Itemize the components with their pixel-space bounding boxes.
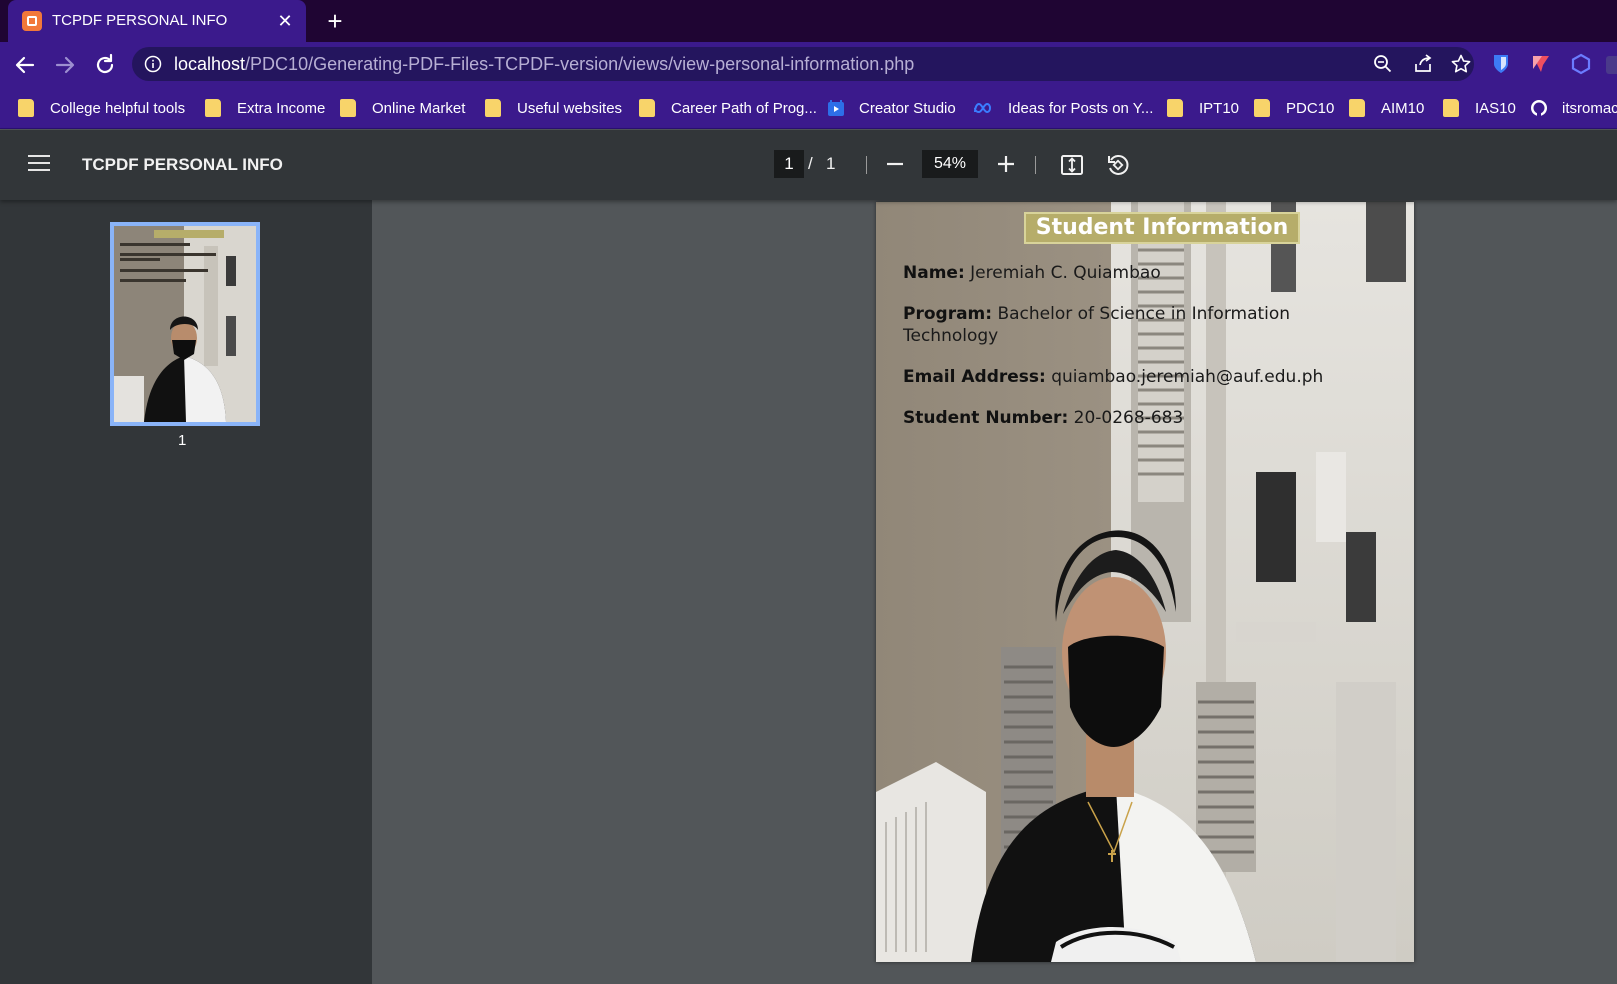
bookmark-label: IPT10 <box>1199 99 1240 117</box>
page-count: 1 <box>826 154 836 173</box>
bookmark-label: Useful websites <box>517 99 623 117</box>
bookmark-label: Career Path of Prog... <box>671 99 817 117</box>
folder-icon <box>205 99 221 117</box>
tab-strip: TCPDF PERSONAL INFO ✕ + <box>0 0 1617 42</box>
url-path: /PDC10/Generating-PDF-Files-TCPDF-versio… <box>245 54 915 74</box>
zoom-level-input[interactable]: 54% <box>922 150 978 178</box>
bookmark-career-path[interactable]: Career Path of Prog... <box>639 97 817 119</box>
rotate-icon[interactable] <box>1105 152 1131 178</box>
bookmark-label: Extra Income <box>237 99 326 117</box>
bookmark-label: Creator Studio <box>859 99 956 117</box>
folder-icon <box>1443 99 1459 117</box>
folder-icon <box>1349 99 1365 117</box>
forward-icon[interactable] <box>50 50 80 80</box>
name-field: Name: Jeremiah C. Quiambao <box>903 262 1161 284</box>
bookmark-useful-websites[interactable]: Useful websites <box>485 97 622 119</box>
site-info-icon[interactable] <box>144 55 162 73</box>
url-text: localhost/PDC10/Generating-PDF-Files-TCP… <box>174 54 914 75</box>
zoom-magnifier-icon[interactable] <box>1372 53 1394 75</box>
new-tab-button[interactable]: + <box>322 8 348 34</box>
folder-icon <box>485 99 501 117</box>
github-icon <box>1531 100 1547 116</box>
bookmark-ipt10[interactable]: IPT10 <box>1167 97 1239 119</box>
bookmark-aim10[interactable]: AIM10 <box>1349 97 1424 119</box>
bookmark-label: Ideas for Posts on Y... <box>1008 99 1154 117</box>
url-host: localhost <box>174 54 246 74</box>
bookmark-star-icon[interactable] <box>1450 53 1472 75</box>
bookmark-creator-studio[interactable]: Creator Studio <box>827 97 956 119</box>
field-value: quiambao.jeremiah@auf.edu.ph <box>1051 367 1324 387</box>
toolbar-divider <box>866 156 867 174</box>
bookmark-label: itsromac <box>1562 99 1617 117</box>
thumbnail-sidebar: 1 <box>0 200 372 984</box>
email-field: Email Address: quiambao.jeremiah@auf.edu… <box>903 366 1323 388</box>
page-number-input[interactable]: 1 <box>774 150 804 178</box>
folder-icon <box>1254 99 1270 117</box>
folder-icon <box>1167 99 1183 117</box>
bookmark-label: Online Market <box>372 99 466 117</box>
red-flag-extension-icon[interactable] <box>1530 53 1552 75</box>
program-field: Program: Bachelor of Science in Informat… <box>903 303 1323 347</box>
bookmark-label: AIM10 <box>1381 99 1425 117</box>
address-bar[interactable]: localhost/PDC10/Generating-PDF-Files-TCP… <box>132 47 1474 81</box>
bookmark-label: PDC10 <box>1286 99 1335 117</box>
page-separator: / <box>808 154 813 173</box>
student-number-field: Student Number: 20-0268-683 <box>903 407 1183 429</box>
folder-icon <box>18 99 34 117</box>
bookmark-extra-income[interactable]: Extra Income <box>205 97 325 119</box>
bookmark-label: IAS10 <box>1475 99 1516 117</box>
toolbar-divider <box>1035 156 1036 174</box>
field-label: Name: <box>903 263 965 283</box>
fit-to-page-icon[interactable] <box>1060 153 1084 177</box>
bookmark-itsromac[interactable]: itsromac <box>1530 97 1617 119</box>
browser-toolbar: localhost/PDC10/Generating-PDF-Files-TCP… <box>0 42 1617 87</box>
pdf-toolbar: TCPDF PERSONAL INFO 1 / 1 54% <box>0 130 1617 200</box>
field-label: Program: <box>903 304 993 324</box>
document-viewport[interactable]: Student Information Name: Jeremiah C. Qu… <box>372 200 1617 984</box>
bitwarden-extension-icon[interactable] <box>1490 53 1512 75</box>
back-icon[interactable] <box>10 50 40 80</box>
browser-tab[interactable]: TCPDF PERSONAL INFO ✕ <box>8 0 306 42</box>
meta-icon <box>974 102 992 114</box>
document-title: TCPDF PERSONAL INFO <box>82 155 283 174</box>
folder-icon <box>340 99 356 117</box>
field-label: Student Number: <box>903 408 1069 428</box>
zoom-in-icon[interactable] <box>995 153 1017 175</box>
bookmark-pdc10[interactable]: PDC10 <box>1254 97 1334 119</box>
tab-title: TCPDF PERSONAL INFO <box>52 12 228 29</box>
reload-icon[interactable] <box>90 50 120 80</box>
zoom-out-icon[interactable] <box>884 153 906 175</box>
bookmark-ias10[interactable]: IAS10 <box>1443 97 1516 119</box>
menu-icon[interactable] <box>28 155 50 175</box>
share-icon[interactable] <box>1412 53 1434 75</box>
bookmark-label: College helpful tools <box>50 99 186 117</box>
creator-studio-icon <box>828 100 844 116</box>
bookmarks-bar: College helpful tools Extra Income Onlin… <box>0 87 1617 129</box>
hexagon-extension-icon[interactable] <box>1570 53 1592 75</box>
thumbnail-photo <box>114 226 256 422</box>
field-value: 20-0268-683 <box>1073 408 1184 428</box>
extension-overflow[interactable] <box>1606 56 1617 74</box>
thumbnail-page-number: 1 <box>178 432 187 449</box>
bookmark-college-helpful-tools[interactable]: College helpful tools <box>18 97 185 119</box>
close-tab-icon[interactable]: ✕ <box>274 10 296 32</box>
bookmark-online-market[interactable]: Online Market <box>340 97 465 119</box>
page-thumbnail[interactable] <box>110 222 260 426</box>
folder-icon <box>639 99 655 117</box>
pdf-page: Student Information Name: Jeremiah C. Qu… <box>876 202 1414 962</box>
field-value: Jeremiah C. Quiambao <box>970 263 1161 283</box>
xampp-favicon-icon <box>22 11 42 31</box>
bookmark-ideas-for-posts[interactable]: Ideas for Posts on Y... <box>972 97 1153 119</box>
field-label: Email Address: <box>903 367 1046 387</box>
document-heading: Student Information <box>1024 212 1300 244</box>
